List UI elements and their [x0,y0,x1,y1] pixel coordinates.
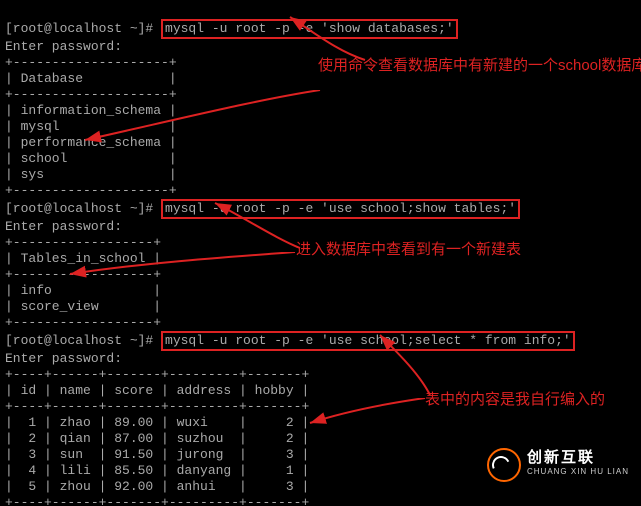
info-row-1: | 2 | qian | 87.00 | suzhou | 2 | [5,431,309,446]
arrow-1a-icon [280,12,370,72]
prompt-1: [root@localhost ~]# [5,21,161,36]
enter-password-2: Enter password: [5,219,130,234]
arrow-2a-icon [205,198,305,253]
arrow-3b-icon [300,398,430,428]
tbl-border-bot: +------------------+ [5,315,161,330]
db-border-bot: +--------------------+ [5,183,177,198]
db-header: | Database | [5,71,177,86]
info-row-4: | 5 | zhou | 92.00 | anhui | 3 | [5,479,309,494]
info-row-3: | 4 | lili | 85.50 | danyang | 1 | [5,463,309,478]
command-3: mysql -u root -p -e 'use school;select *… [161,331,575,351]
info-border-mid: +----+------+-------+---------+-------+ [5,399,309,414]
info-header: | id | name | score | address | hobby | [5,383,309,398]
prompt-2: [root@localhost ~]# [5,201,161,216]
db-row-3: | school | [5,151,177,166]
watermark-logo: 创新互联 CHUANG XIN HU LIAN [487,448,629,482]
enter-password-3: Enter password: [5,351,130,366]
arrow-3a-icon [375,330,435,395]
tbl-row-0: | info | [5,283,161,298]
arrow-1b-icon [75,90,325,150]
logo-text-en: CHUANG XIN HU LIAN [527,465,629,479]
logo-mark-icon [487,448,521,482]
tbl-border-top: +------------------+ [5,235,161,250]
annotation-2: 进入数据库中查看到有一个新建表 [296,240,521,260]
info-row-2: | 3 | sun | 91.50 | jurong | 3 | [5,447,309,462]
annotation-3: 表中的内容是我自行编入的 [425,390,605,410]
info-border-top: +----+------+-------+---------+-------+ [5,367,309,382]
arrow-2b-icon [60,252,300,282]
enter-password-1: Enter password: [5,39,130,54]
tbl-row-1: | score_view | [5,299,161,314]
logo-text-cn: 创新互联 [527,451,629,465]
info-row-0: | 1 | zhao | 89.00 | wuxi | 2 | [5,415,309,430]
prompt-3: [root@localhost ~]# [5,333,161,348]
db-border-top: +--------------------+ [5,55,177,70]
info-border-bot: +----+------+-------+---------+-------+ [5,495,309,506]
db-row-4: | sys | [5,167,177,182]
terminal[interactable]: [root@localhost ~]# mysql -u root -p -e … [0,0,641,506]
